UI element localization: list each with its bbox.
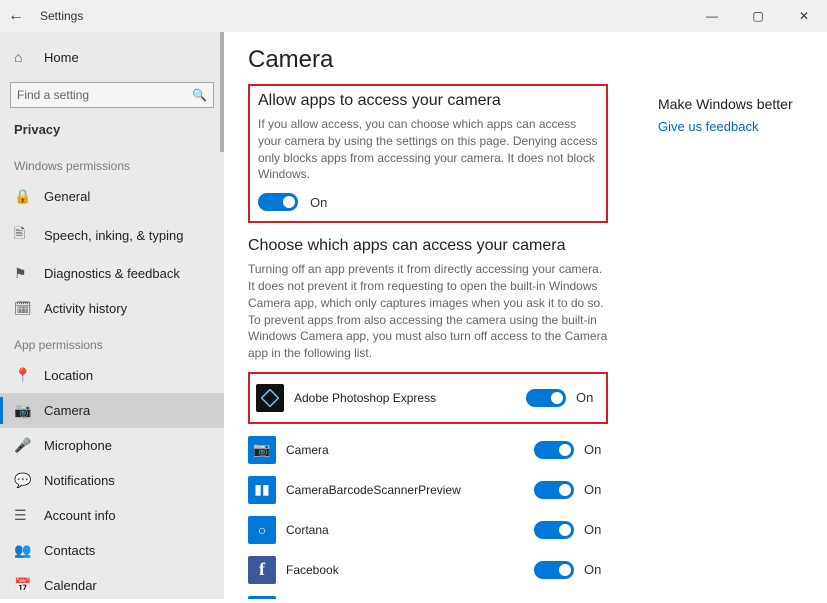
app-row-camera: 📷 Camera On (248, 430, 608, 470)
app-toggle-facebook[interactable] (534, 561, 574, 579)
app-toggle-cortana[interactable] (534, 521, 574, 539)
window-title: Settings (40, 9, 83, 23)
home-icon: ⌂ (14, 49, 32, 65)
nav-contacts[interactable]: 👥Contacts (0, 533, 224, 568)
scrollbar[interactable] (220, 32, 224, 152)
contacts-icon: 👥 (14, 542, 32, 559)
home-label: Home (44, 50, 79, 65)
app-row-cortana: ○ Cortana On (248, 510, 608, 550)
app-name: Camera (286, 443, 534, 457)
nav-calendar[interactable]: 📅Calendar (0, 568, 224, 603)
camera-icon: 📷 (14, 402, 32, 419)
nav-speech[interactable]: 🖹Speech, inking, & typing (0, 214, 224, 256)
highlight-allow-section: Allow apps to access your camera If you … (248, 84, 608, 223)
app-toggle-barcode[interactable] (534, 481, 574, 499)
app-toggle-state: On (584, 522, 608, 537)
feedback-link[interactable]: Give us feedback (658, 119, 758, 134)
minimize-button[interactable]: — (689, 0, 735, 32)
choose-desc: Turning off an app prevents it from dire… (248, 261, 608, 362)
nav-general[interactable]: 🔒General (0, 179, 224, 214)
app-toggle-camera[interactable] (534, 441, 574, 459)
account-icon: ☰ (14, 507, 32, 524)
app-name: Adobe Photoshop Express (294, 391, 526, 405)
speech-icon: 🖹 (14, 223, 32, 247)
feedback-icon: ⚑ (14, 265, 32, 282)
nav-diagnostics[interactable]: ⚑Diagnostics & feedback (0, 256, 224, 291)
titlebar: ← Settings — ▢ ✕ (0, 0, 827, 32)
calendar-icon: 📅 (14, 577, 32, 594)
nav-activity[interactable]: 🗓Activity history (0, 291, 224, 326)
app-toggle-state: On (576, 390, 600, 405)
lock-icon: 🔒 (14, 188, 32, 205)
app-toggle-adobe[interactable] (526, 389, 566, 407)
home-button[interactable]: ⌂ Home (0, 40, 224, 74)
choose-heading: Choose which apps can access your camera (248, 237, 608, 255)
group-app-permissions: App permissions (0, 326, 224, 358)
nav-notifications[interactable]: 💬Notifications (0, 463, 224, 498)
app-row-adobe: Adobe Photoshop Express On (256, 378, 600, 418)
aside: Make Windows better Give us feedback (658, 46, 793, 599)
cortana-icon: ○ (248, 516, 276, 544)
highlight-adobe-row: Adobe Photoshop Express On (248, 372, 608, 424)
facebook-icon: f (248, 556, 276, 584)
search-placeholder: Find a setting (17, 88, 89, 102)
search-icon: 🔍 (192, 88, 207, 102)
nav-account-info[interactable]: ☰Account info (0, 498, 224, 533)
app-toggle-state: On (584, 442, 608, 457)
app-toggle-state: On (584, 482, 608, 497)
barcode-icon: ▮▮ (248, 476, 276, 504)
nav-location[interactable]: 📍Location (0, 358, 224, 393)
close-button[interactable]: ✕ (781, 0, 827, 32)
notifications-icon: 💬 (14, 472, 32, 489)
history-icon: 🗓 (14, 300, 32, 317)
allow-toggle-state: On (310, 195, 327, 210)
app-row-feedback: 💬 Feedback Hub On (248, 590, 608, 599)
main-content: Camera Allow apps to access your camera … (224, 32, 827, 599)
camera-app-icon: 📷 (248, 436, 276, 464)
search-input[interactable]: Find a setting 🔍 (10, 82, 214, 108)
microphone-icon: 🎤 (14, 437, 32, 454)
privacy-heading: Privacy (0, 116, 224, 147)
page-title: Camera (248, 46, 608, 74)
adobe-icon (256, 384, 284, 412)
allow-toggle[interactable] (258, 193, 298, 211)
app-name: Cortana (286, 523, 534, 537)
app-toggle-state: On (584, 562, 608, 577)
allow-desc: If you allow access, you can choose whic… (258, 116, 598, 183)
aside-heading: Make Windows better (658, 96, 793, 112)
group-windows-permissions: Windows permissions (0, 147, 224, 179)
location-icon: 📍 (14, 367, 32, 384)
app-name: CameraBarcodeScannerPreview (286, 483, 534, 497)
nav-camera[interactable]: 📷Camera (0, 393, 224, 428)
sidebar: ⌂ Home Find a setting 🔍 Privacy Windows … (0, 32, 224, 599)
app-row-facebook: f Facebook On (248, 550, 608, 590)
back-button[interactable]: ← (0, 7, 32, 25)
app-name: Facebook (286, 563, 534, 577)
nav-microphone[interactable]: 🎤Microphone (0, 428, 224, 463)
allow-heading: Allow apps to access your camera (258, 92, 598, 110)
app-row-barcode: ▮▮ CameraBarcodeScannerPreview On (248, 470, 608, 510)
maximize-button[interactable]: ▢ (735, 0, 781, 32)
